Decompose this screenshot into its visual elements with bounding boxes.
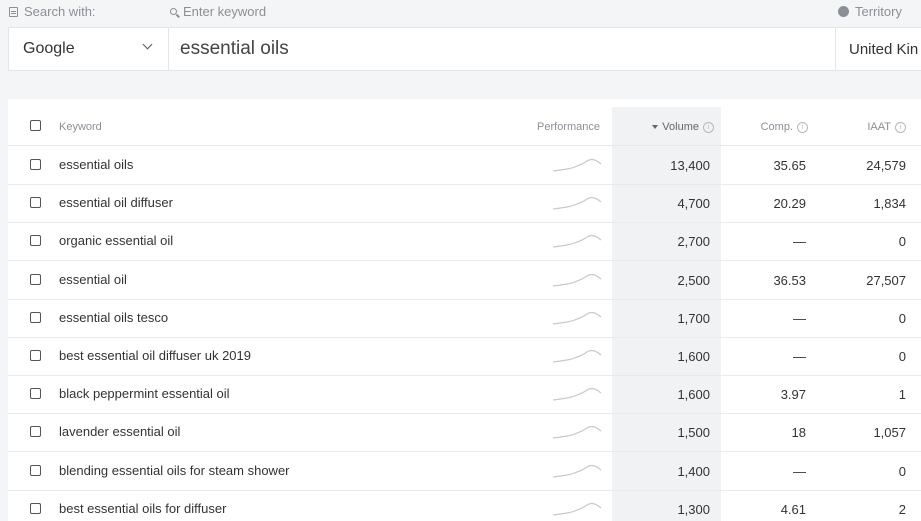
territory-label: Territory (838, 4, 902, 19)
info-icon[interactable]: i (895, 121, 906, 133)
search-with-label: Search with: (9, 4, 96, 19)
table-row[interactable]: essential oil diffuser 4,700 20.29 1,834 (8, 184, 921, 224)
volume-cell: 1,500 (677, 425, 710, 441)
row-checkbox[interactable] (30, 464, 41, 476)
keyword-cell[interactable]: organic essential oil (59, 233, 173, 248)
table-header: Keyword Performance Volume i Comp. i IAA… (8, 109, 921, 146)
performance-sparkline (552, 158, 602, 172)
comp-column-header[interactable]: Comp. i (761, 121, 808, 133)
performance-sparkline (552, 197, 602, 210)
keyword-table: Keyword Performance Volume i Comp. i IAA… (8, 99, 921, 521)
comp-cell: — (793, 349, 806, 364)
iaat-cell: 0 (898, 234, 906, 250)
iaat-column-header[interactable]: IAAT i (867, 121, 906, 133)
keyword-cell[interactable]: black peppermint essential oil (59, 386, 230, 401)
iaat-cell: 0 (898, 463, 906, 479)
table-row[interactable]: essential oils tesco 1,700 — 0 (8, 299, 921, 338)
search-labels: Search with: Enter keyword Territory (0, 0, 921, 24)
search-bar: Google United Kin (8, 27, 921, 71)
performance-sparkline (552, 464, 602, 478)
keyword-cell[interactable]: blending essential oils for steam shower (59, 463, 290, 478)
select-all-checkbox[interactable] (30, 120, 41, 131)
keyword-column-header[interactable]: Keyword (59, 121, 102, 133)
iaat-cell: 24,579 (866, 158, 906, 173)
keyword-cell[interactable]: best essential oil diffuser uk 2019 (59, 348, 251, 363)
iaat-cell: 0 (898, 349, 906, 364)
table-row[interactable]: black peppermint essential oil 1,600 3.97 1 (8, 375, 921, 415)
volume-cell: 1,400 (677, 463, 710, 479)
row-checkbox[interactable] (30, 273, 41, 285)
iaat-cell: 27,507 (866, 272, 906, 288)
keyword-cell[interactable]: lavender essential oil (59, 424, 180, 439)
table-row[interactable]: essential oils 13,400 35.65 24,579 (8, 146, 921, 185)
performance-column-header: Performance (537, 121, 600, 133)
row-checkbox[interactable] (30, 311, 41, 323)
globe-icon (838, 6, 849, 17)
comp-cell: — (793, 310, 806, 326)
enter-keyword-label: Enter keyword (170, 4, 266, 19)
search-engine-select[interactable]: Google (9, 28, 169, 70)
comp-cell: 36.53 (773, 272, 806, 288)
table-row[interactable]: lavender essential oil 1,500 18 1,057 (8, 413, 921, 453)
row-checkbox[interactable] (30, 159, 41, 170)
performance-sparkline (552, 311, 602, 325)
volume-column-header[interactable]: Volume i (652, 121, 714, 133)
iaat-cell: 1,834 (873, 196, 906, 212)
comp-cell: 3.97 (780, 387, 806, 403)
table-row[interactable]: best essential oil diffuser uk 2019 1,600… (8, 337, 921, 376)
keyword-cell[interactable]: best essential oils for diffuser (59, 501, 226, 516)
performance-sparkline (552, 426, 602, 439)
row-checkbox[interactable] (30, 426, 41, 438)
keyword-cell[interactable]: essential oil (59, 272, 127, 287)
volume-cell: 4,700 (677, 196, 710, 212)
iaat-cell: 2 (898, 501, 906, 517)
performance-sparkline (552, 502, 602, 516)
iaat-cell: 1 (898, 387, 906, 403)
chevron-down-icon (142, 39, 153, 50)
performance-sparkline (552, 273, 602, 287)
info-icon[interactable]: i (703, 121, 714, 133)
performance-sparkline (552, 349, 602, 363)
volume-cell: 1,600 (677, 349, 710, 364)
volume-cell: 1,700 (677, 310, 710, 326)
volume-cell: 2,500 (677, 272, 710, 288)
volume-cell: 2,700 (677, 234, 710, 250)
row-checkbox[interactable] (30, 502, 41, 514)
keyword-input[interactable] (180, 28, 830, 70)
comp-cell: 35.65 (773, 158, 806, 173)
volume-cell: 1,600 (677, 387, 710, 403)
volume-cell: 13,400 (670, 158, 710, 173)
iaat-cell: 1,057 (873, 425, 906, 441)
comp-cell: 20.29 (773, 196, 806, 212)
table-row[interactable]: blending essential oils for steam shower… (8, 452, 921, 491)
keyword-cell[interactable]: essential oils tesco (59, 310, 168, 325)
iaat-cell: 0 (898, 310, 906, 326)
performance-sparkline (552, 235, 602, 248)
row-checkbox[interactable] (30, 350, 41, 361)
table-row[interactable]: organic essential oil 2,700 — 0 (8, 222, 921, 262)
sort-desc-icon (652, 125, 659, 129)
comp-cell: 4.61 (780, 501, 806, 517)
search-icon (170, 8, 177, 15)
territory-select[interactable]: United Kin (835, 28, 921, 70)
document-icon (9, 6, 18, 17)
row-checkbox[interactable] (30, 235, 41, 247)
keyword-cell[interactable]: essential oil diffuser (59, 195, 173, 210)
performance-sparkline (552, 388, 602, 401)
comp-cell: — (793, 463, 806, 479)
keyword-cell[interactable]: essential oils (59, 157, 133, 172)
info-icon[interactable]: i (797, 121, 808, 133)
row-checkbox[interactable] (30, 388, 41, 400)
row-checkbox[interactable] (30, 197, 41, 209)
volume-cell: 1,300 (677, 501, 710, 517)
comp-cell: 18 (791, 425, 806, 441)
table-row[interactable]: essential oil 2,500 36.53 27,507 (8, 261, 921, 300)
comp-cell: — (793, 234, 806, 250)
table-row[interactable]: best essential oils for diffuser 1,300 4.6… (8, 490, 921, 521)
